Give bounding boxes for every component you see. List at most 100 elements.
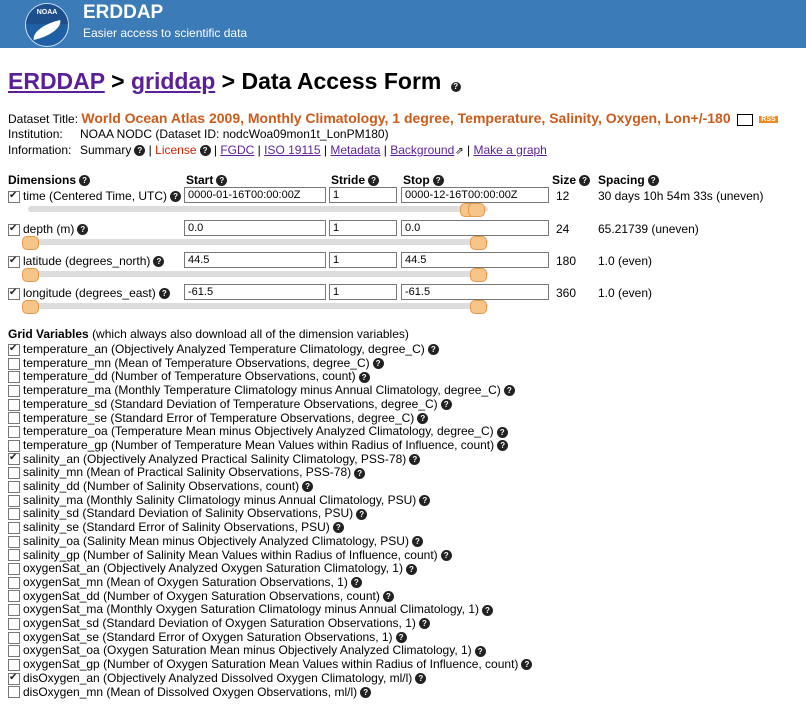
help-icon[interactable]: ? [77,224,89,236]
grid-variable-checkbox[interactable] [8,384,20,397]
help-icon[interactable]: ? [427,344,439,356]
grid-variable-checkbox[interactable] [8,480,20,493]
help-icon[interactable]: ? [350,577,362,589]
help-icon[interactable]: ? [302,481,314,493]
help-icon[interactable]: ? [497,440,509,452]
help-icon[interactable]: ? [496,426,508,438]
grid-variable-checkbox[interactable] [8,686,20,699]
breadcrumb-griddap-link[interactable]: griddap [131,68,215,94]
help-icon[interactable]: ? [134,145,146,157]
depth-start-input[interactable]: 0.0 [184,220,326,236]
grid-variable-checkbox[interactable] [8,658,20,671]
longitude-slider-stop-handle[interactable] [470,300,487,314]
latitude-stride-input[interactable]: 1 [329,252,397,268]
noaa-logo-icon[interactable]: NOAA [25,3,69,47]
grid-variable-checkbox[interactable] [8,521,20,534]
help-icon[interactable]: ? [382,590,394,602]
envelope-icon[interactable] [736,113,753,126]
license-link[interactable]: License [155,143,196,157]
grid-variable-checkbox[interactable] [8,672,20,685]
time-checkbox[interactable] [8,190,20,203]
help-icon[interactable]: ? [216,175,228,187]
background-link[interactable]: Background [390,143,454,157]
grid-variable-checkbox[interactable] [8,576,20,589]
grid-variable-checkbox[interactable] [8,549,20,562]
help-icon[interactable]: ? [503,385,515,397]
longitude-checkbox[interactable] [8,287,20,300]
help-icon[interactable]: ? [417,412,429,424]
grid-variable-checkbox[interactable] [8,439,20,452]
grid-variable-checkbox[interactable] [8,357,20,370]
grid-variable-checkbox[interactable] [8,453,20,466]
grid-variable-checkbox[interactable] [8,508,20,521]
longitude-stride-input[interactable]: 1 [329,284,397,300]
help-icon[interactable]: ? [153,256,165,268]
depth-checkbox[interactable] [8,223,20,236]
depth-slider-stop-handle[interactable] [470,236,487,250]
grid-variable-checkbox[interactable] [8,535,20,548]
time-start-input[interactable]: 0000-01-16T00:00:00Z [184,187,326,203]
latitude-start-input[interactable]: 44.5 [184,252,326,268]
time-stride-input[interactable]: 1 [329,187,397,203]
grid-variable-checkbox[interactable] [8,617,20,630]
help-icon[interactable]: ? [395,632,407,644]
depth-stop-input[interactable]: 0.0 [401,220,549,236]
help-icon[interactable]: ? [474,645,486,657]
metadata-link[interactable]: Metadata [330,143,380,157]
help-icon[interactable]: ? [368,175,380,187]
grid-variable-checkbox[interactable] [8,494,20,507]
depth-slider-track[interactable] [28,239,488,245]
help-icon[interactable]: ? [419,495,431,507]
help-icon[interactable]: ? [372,358,384,370]
grid-variable-checkbox[interactable] [8,371,20,384]
help-icon[interactable]: ? [647,175,659,187]
help-icon[interactable]: ? [440,549,452,561]
help-icon[interactable]: ? [158,288,170,300]
grid-variable-checkbox[interactable] [8,467,20,480]
longitude-slider-start-handle[interactable] [22,300,39,314]
time-slider-track[interactable] [28,206,488,212]
help-icon[interactable]: ? [405,563,417,575]
help-icon[interactable]: ? [418,618,430,630]
help-icon[interactable]: ? [579,175,591,187]
help-icon[interactable]: ? [79,175,91,187]
help-icon[interactable]: ? [521,659,533,671]
grid-variable-checkbox[interactable] [8,398,20,411]
help-icon[interactable]: ? [432,175,444,187]
grid-variable-checkbox[interactable] [8,631,20,644]
longitude-stop-input[interactable]: -61.5 [401,284,549,300]
app-title[interactable]: ERDDAP [83,2,163,24]
latitude-stop-input[interactable]: 44.5 [401,252,549,268]
help-icon[interactable]: ? [409,453,421,465]
grid-variable-checkbox[interactable] [8,412,20,425]
grid-variable-checkbox[interactable] [8,343,20,356]
help-icon[interactable]: ? [358,371,370,383]
grid-variable-checkbox[interactable] [8,604,20,617]
fgdc-link[interactable]: FGDC [220,143,254,157]
depth-slider-start-handle[interactable] [22,236,39,250]
time-slider-stop-handle[interactable] [468,203,485,217]
help-icon[interactable]: ? [199,145,211,157]
help-icon[interactable]: ? [411,536,423,548]
latitude-slider-start-handle[interactable] [22,268,39,282]
grid-variable-checkbox[interactable] [8,563,20,576]
latitude-checkbox[interactable] [8,255,20,268]
make-a-graph-link[interactable]: Make a graph [473,143,546,157]
help-icon[interactable]: ? [354,467,366,479]
help-icon[interactable]: ? [356,508,368,520]
rss-icon[interactable]: RSS [759,116,778,124]
latitude-slider-track[interactable] [28,271,488,277]
iso-19115-link[interactable]: ISO 19115 [264,143,320,157]
summary-link[interactable]: Summary [80,143,131,157]
help-icon[interactable]: ? [450,82,461,92]
time-stop-input[interactable]: 0000-12-16T00:00:00Z [401,187,549,203]
grid-variable-checkbox[interactable] [8,645,20,658]
latitude-slider-stop-handle[interactable] [470,268,487,282]
help-icon[interactable]: ? [170,191,182,203]
help-icon[interactable]: ? [482,604,493,616]
breadcrumb-erddap-link[interactable]: ERDDAP [8,68,105,94]
help-icon[interactable]: ? [440,399,452,411]
help-icon[interactable]: ? [415,673,427,685]
help-icon[interactable]: ? [332,522,344,534]
grid-variable-checkbox[interactable] [8,426,20,439]
